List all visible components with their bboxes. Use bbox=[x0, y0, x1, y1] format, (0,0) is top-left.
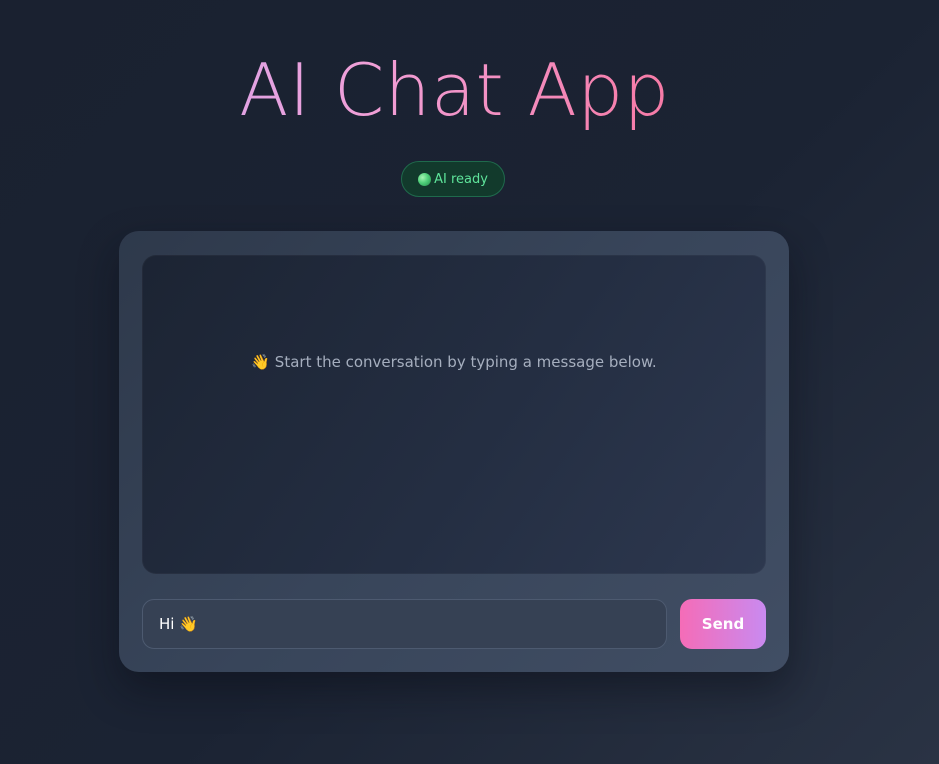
message-list[interactable]: 👋 Start the conversation by typing a mes… bbox=[142, 255, 766, 574]
composer: Send bbox=[142, 599, 766, 649]
status-label: AI ready bbox=[434, 171, 488, 187]
status-dot-icon bbox=[418, 172, 432, 186]
status-badge: AI ready bbox=[401, 161, 505, 197]
chat-card: 👋 Start the conversation by typing a mes… bbox=[119, 231, 789, 672]
message-input[interactable] bbox=[142, 599, 667, 649]
empty-state-message: 👋 Start the conversation by typing a mes… bbox=[251, 353, 657, 371]
app-title: AI Chat App bbox=[0, 48, 909, 132]
send-button[interactable]: Send bbox=[680, 599, 766, 649]
